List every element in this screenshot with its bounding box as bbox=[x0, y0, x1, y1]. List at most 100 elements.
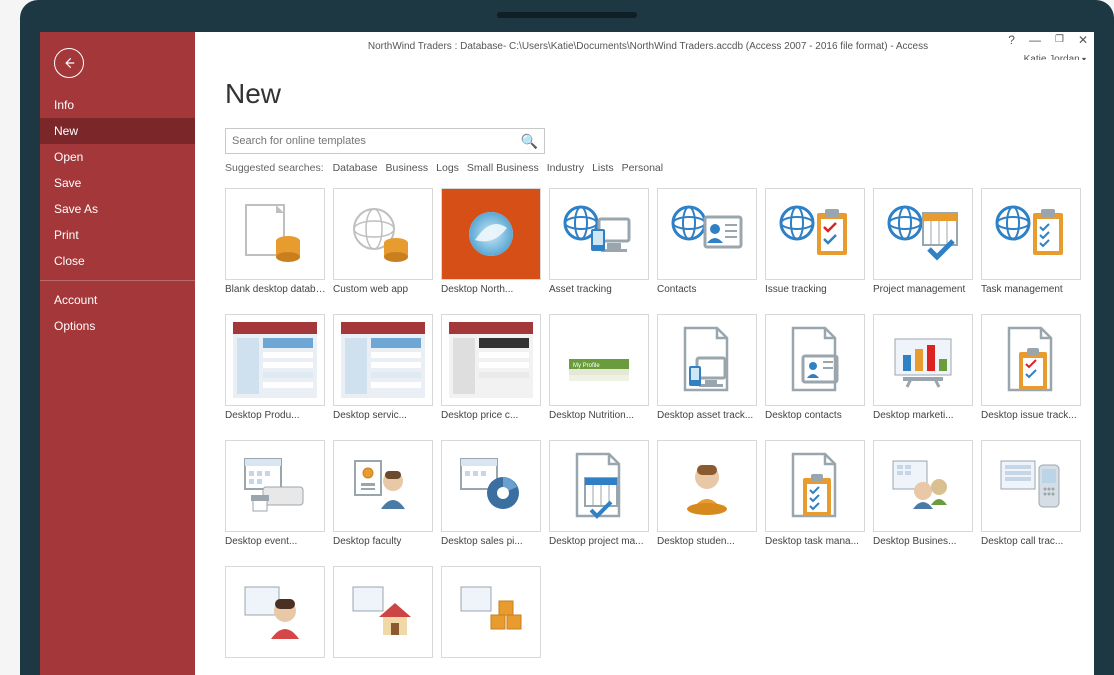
contacts-doc-icon bbox=[765, 314, 865, 406]
template-label: Desktop issue track... bbox=[981, 410, 1083, 436]
template-tile[interactable]: Project management bbox=[873, 188, 975, 310]
project-doc-icon bbox=[549, 440, 649, 532]
template-tile[interactable] bbox=[441, 566, 543, 675]
suggested-database[interactable]: Database bbox=[333, 162, 378, 174]
asset-doc-icon bbox=[657, 314, 757, 406]
template-label: Issue tracking bbox=[765, 284, 867, 310]
nav-item-close[interactable]: Close bbox=[40, 248, 195, 274]
back-button[interactable] bbox=[54, 48, 84, 78]
minimize-icon[interactable]: — bbox=[1029, 34, 1041, 46]
template-label: Desktop event... bbox=[225, 536, 327, 562]
template-label: Desktop studen... bbox=[657, 536, 759, 562]
nav-separator bbox=[40, 280, 195, 281]
template-label: Desktop Produ... bbox=[225, 410, 327, 436]
house-icon bbox=[333, 566, 433, 658]
restore-icon[interactable]: ❐ bbox=[1055, 35, 1064, 45]
marketing-icon bbox=[873, 314, 973, 406]
template-tile[interactable]: Desktop Busines... bbox=[873, 440, 975, 562]
template-label: Desktop asset track... bbox=[657, 410, 759, 436]
laptop-frame: NorthWind Traders : Database- C:\Users\K… bbox=[20, 0, 1114, 675]
asset-icon bbox=[549, 188, 649, 280]
person2-icon bbox=[225, 566, 325, 658]
help-icon[interactable]: ? bbox=[1008, 34, 1015, 46]
template-grid: Blank desktop databaseCustom web app Des… bbox=[225, 188, 1074, 675]
template-label: Desktop North... bbox=[441, 284, 543, 310]
template-tile[interactable]: Desktop faculty bbox=[333, 440, 435, 562]
arrow-left-icon bbox=[62, 56, 76, 70]
template-tile[interactable]: Asset tracking bbox=[549, 188, 651, 310]
template-tile[interactable]: Desktop North... bbox=[441, 188, 543, 310]
template-tile[interactable]: Desktop marketi... bbox=[873, 314, 975, 436]
template-tile[interactable] bbox=[333, 566, 435, 675]
nav-item-info[interactable]: Info bbox=[40, 92, 195, 118]
template-label: Desktop project ma... bbox=[549, 536, 651, 562]
business-icon bbox=[873, 440, 973, 532]
template-label bbox=[333, 662, 435, 675]
suggested-small-business[interactable]: Small Business bbox=[467, 162, 539, 174]
template-tile[interactable]: Desktop Produ... bbox=[225, 314, 327, 436]
template-tile[interactable]: My ProfileDesktop Nutrition... bbox=[549, 314, 651, 436]
nav-item-open[interactable]: Open bbox=[40, 144, 195, 170]
suggested-business[interactable]: Business bbox=[386, 162, 429, 174]
nav-item-save[interactable]: Save bbox=[40, 170, 195, 196]
template-tile[interactable]: Desktop issue track... bbox=[981, 314, 1083, 436]
suggested-lists[interactable]: Lists bbox=[592, 162, 614, 174]
project-icon bbox=[873, 188, 973, 280]
template-tile[interactable]: Desktop sales pi... bbox=[441, 440, 543, 562]
nav-item-account[interactable]: Account bbox=[40, 287, 195, 313]
globe-db-icon bbox=[333, 188, 433, 280]
student-icon bbox=[657, 440, 757, 532]
task-icon bbox=[981, 188, 1081, 280]
issue-icon bbox=[765, 188, 865, 280]
template-label: Project management bbox=[873, 284, 975, 310]
template-label: Desktop Busines... bbox=[873, 536, 975, 562]
search-box[interactable]: 🔍 bbox=[225, 128, 545, 154]
template-tile[interactable]: Task management bbox=[981, 188, 1083, 310]
template-tile[interactable]: Desktop servic... bbox=[333, 314, 435, 436]
suggested-label: Suggested searches: bbox=[225, 162, 324, 174]
nav-item-print[interactable]: Print bbox=[40, 222, 195, 248]
suggested-industry[interactable]: Industry bbox=[547, 162, 584, 174]
template-label: Custom web app bbox=[333, 284, 435, 310]
template-tile[interactable]: Desktop contacts bbox=[765, 314, 867, 436]
suggested-logs[interactable]: Logs bbox=[436, 162, 459, 174]
boxes-icon bbox=[441, 566, 541, 658]
template-label: Desktop call trac... bbox=[981, 536, 1083, 562]
template-tile[interactable]: Desktop task mana... bbox=[765, 440, 867, 562]
nav-item-options[interactable]: Options bbox=[40, 313, 195, 339]
search-input[interactable] bbox=[232, 135, 521, 147]
template-tile[interactable]: Desktop price c... bbox=[441, 314, 543, 436]
sales-icon bbox=[441, 440, 541, 532]
template-label bbox=[225, 662, 327, 675]
form-blue2-icon bbox=[441, 314, 541, 406]
template-label: Task management bbox=[981, 284, 1083, 310]
close-icon[interactable]: ✕ bbox=[1078, 34, 1088, 46]
template-label: Desktop faculty bbox=[333, 536, 435, 562]
template-label: Desktop Nutrition... bbox=[549, 410, 651, 436]
template-tile[interactable]: Desktop asset track... bbox=[657, 314, 759, 436]
template-tile[interactable]: Desktop event... bbox=[225, 440, 327, 562]
titlebar: NorthWind Traders : Database- C:\Users\K… bbox=[40, 32, 1094, 60]
search-icon[interactable]: 🔍 bbox=[521, 133, 538, 150]
template-tile[interactable] bbox=[225, 566, 327, 675]
template-label: Desktop price c... bbox=[441, 410, 543, 436]
issue-doc-icon bbox=[981, 314, 1081, 406]
template-tile[interactable]: Blank desktop database bbox=[225, 188, 327, 310]
task-doc-icon bbox=[765, 440, 865, 532]
template-tile[interactable]: Desktop studen... bbox=[657, 440, 759, 562]
template-tile[interactable]: Desktop call trac... bbox=[981, 440, 1083, 562]
event-icon bbox=[225, 440, 325, 532]
template-tile[interactable]: Issue tracking bbox=[765, 188, 867, 310]
nav-item-saveas[interactable]: Save As bbox=[40, 196, 195, 222]
template-tile[interactable]: Contacts bbox=[657, 188, 759, 310]
nav-item-new[interactable]: New bbox=[40, 118, 195, 144]
suggested-personal[interactable]: Personal bbox=[622, 162, 663, 174]
template-label: Desktop task mana... bbox=[765, 536, 867, 562]
backstage-sidebar: InfoNewOpenSaveSave AsPrintClose Account… bbox=[40, 32, 195, 675]
template-tile[interactable]: Custom web app bbox=[333, 188, 435, 310]
template-label: Desktop sales pi... bbox=[441, 536, 543, 562]
template-tile[interactable]: Desktop project ma... bbox=[549, 440, 651, 562]
suggested-searches: Suggested searches: Database Business Logs… bbox=[225, 162, 1074, 174]
form-blue-icon bbox=[333, 314, 433, 406]
page-title: New bbox=[225, 78, 1074, 110]
